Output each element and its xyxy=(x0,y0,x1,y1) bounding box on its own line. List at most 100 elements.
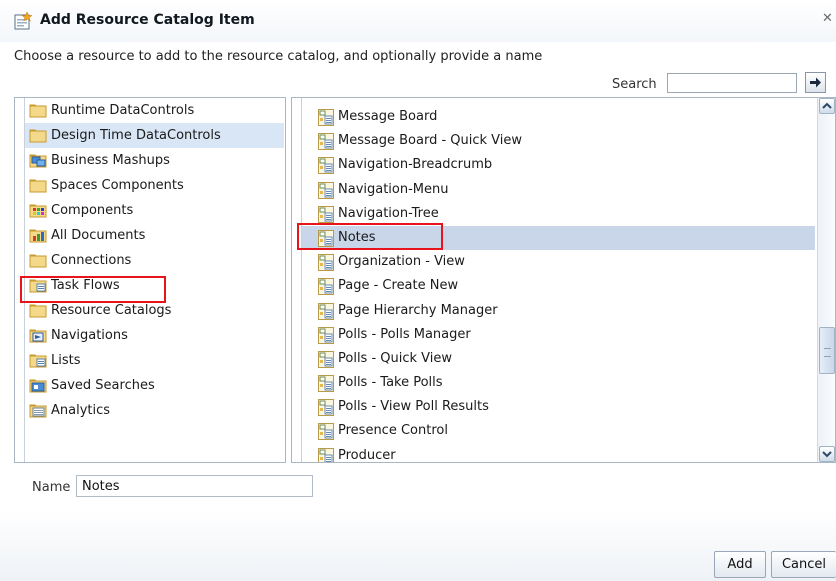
resource-item[interactable]: Organization - View xyxy=(302,250,815,274)
task-flow-icon xyxy=(318,447,334,462)
resource-item[interactable]: Notes xyxy=(302,225,815,251)
search-go-button[interactable] xyxy=(805,72,826,93)
resource-item-label: Notes xyxy=(338,229,376,245)
add-button[interactable]: Add xyxy=(714,551,766,578)
resource-item[interactable]: Producer xyxy=(302,444,815,463)
resource-item-label: Navigation-Tree xyxy=(338,205,439,221)
category-item[interactable]: Design Time DataControls xyxy=(25,123,284,148)
search-input[interactable] xyxy=(667,73,797,93)
category-item-label: Saved Searches xyxy=(51,378,155,393)
category-item[interactable]: Connections xyxy=(25,248,284,273)
navigation-icon xyxy=(29,329,47,343)
name-label: Name xyxy=(32,480,71,495)
category-item[interactable]: Task Flows xyxy=(25,273,284,298)
resource-item[interactable]: Polls - View Poll Results xyxy=(302,395,815,419)
mashup-icon xyxy=(29,154,47,168)
resource-item[interactable]: Message Board - Quick View xyxy=(302,129,815,153)
category-item[interactable]: Resource Catalogs xyxy=(25,298,284,323)
list-folder-icon xyxy=(29,354,47,368)
resource-item-label: Page Hierarchy Manager xyxy=(338,302,498,318)
category-item-label: Lists xyxy=(51,353,81,368)
cancel-button[interactable]: Cancel xyxy=(771,551,836,578)
folder-icon xyxy=(29,254,47,268)
resource-item-label: Polls - Take Polls xyxy=(338,375,443,391)
resource-list: Message Board Message Board - Quick View N… xyxy=(291,97,836,463)
resource-item-label: Navigation-Breadcrumb xyxy=(338,157,493,173)
resource-item[interactable]: Page - Create New xyxy=(302,274,815,298)
scroll-thumb[interactable] xyxy=(819,327,835,374)
task-flow-folder-icon xyxy=(29,279,47,293)
category-item[interactable]: Navigations xyxy=(25,323,284,348)
task-flow-icon xyxy=(318,229,334,247)
category-item-label: Analytics xyxy=(51,403,111,418)
task-flow-icon xyxy=(318,157,334,175)
name-input[interactable] xyxy=(76,475,313,497)
task-flow-icon xyxy=(318,205,334,223)
category-item-label: Connections xyxy=(51,253,132,268)
category-item[interactable]: Business Mashups xyxy=(25,148,284,173)
resource-list-items: Message Board Message Board - Quick View N… xyxy=(301,98,815,462)
resource-item[interactable]: Polls - Take Polls xyxy=(302,371,815,395)
close-icon[interactable]: ✕ xyxy=(822,12,836,26)
task-flow-icon xyxy=(318,181,334,199)
task-flow-icon xyxy=(318,375,334,393)
category-item-label: Spaces Components xyxy=(51,178,184,193)
task-flow-icon xyxy=(318,399,334,417)
saved-search-icon xyxy=(29,379,47,393)
resource-item-label: Message Board - Quick View xyxy=(338,133,523,149)
task-flow-icon xyxy=(318,350,334,368)
add-catalog-icon xyxy=(14,12,32,30)
scroll-down-button[interactable] xyxy=(819,446,835,462)
folder-icon xyxy=(29,304,47,318)
task-flow-icon xyxy=(318,109,334,126)
resource-item-label: Polls - View Poll Results xyxy=(338,399,489,415)
folder-icon xyxy=(29,104,47,118)
search-label: Search xyxy=(612,77,657,92)
resource-item-label: Navigation-Menu xyxy=(338,181,449,197)
category-item[interactable]: Runtime DataControls xyxy=(25,98,284,123)
dialog-title: Add Resource Catalog Item xyxy=(40,12,255,28)
resource-item[interactable]: Message Board xyxy=(302,105,815,129)
resource-item[interactable]: Navigation-Menu xyxy=(302,178,815,202)
category-item-label: Resource Catalogs xyxy=(51,303,172,318)
category-item[interactable]: Lists xyxy=(25,348,284,373)
category-item-label: All Documents xyxy=(51,228,146,243)
resource-scrollbar[interactable] xyxy=(817,98,835,462)
category-item-label: Business Mashups xyxy=(51,153,170,168)
dialog-title-bar: Add Resource Catalog Item ✕ xyxy=(0,0,836,42)
chevron-down-icon xyxy=(822,451,832,458)
category-item-label: Design Time DataControls xyxy=(51,128,221,143)
resource-item[interactable]: Page Hierarchy Manager xyxy=(302,299,815,323)
resource-item-label: Polls - Polls Manager xyxy=(338,326,471,342)
chevron-up-icon xyxy=(822,102,832,109)
category-item-label: Components xyxy=(51,203,134,218)
category-list: Runtime DataControls Design Time DataCont… xyxy=(14,97,286,463)
dialog-footer xyxy=(0,510,836,581)
category-item-label: Runtime DataControls xyxy=(51,103,195,118)
resource-item-label: Organization - View xyxy=(338,254,465,270)
category-item[interactable]: Spaces Components xyxy=(25,173,284,198)
resource-item[interactable]: Navigation-Breadcrumb xyxy=(302,153,815,177)
resource-item[interactable]: Navigation-Tree xyxy=(302,202,815,226)
category-item-label: Task Flows xyxy=(51,278,120,293)
resource-item-label: Polls - Quick View xyxy=(338,350,453,366)
components-icon xyxy=(29,204,47,218)
scroll-up-button[interactable] xyxy=(819,98,835,114)
category-item[interactable]: Components xyxy=(25,198,284,223)
resource-item-label: Page - Create New xyxy=(338,278,459,294)
folder-icon xyxy=(29,179,47,193)
resource-item[interactable]: Presence Control xyxy=(302,419,815,443)
resource-item-label: Presence Control xyxy=(338,423,448,439)
category-item[interactable]: Analytics xyxy=(25,398,284,423)
category-item[interactable]: Saved Searches xyxy=(25,373,284,398)
task-flow-icon xyxy=(318,133,334,151)
analytics-icon xyxy=(29,404,47,418)
documents-icon xyxy=(29,229,47,243)
task-flow-icon xyxy=(318,326,334,344)
resource-item-label: Producer xyxy=(338,447,396,463)
category-item[interactable]: All Documents xyxy=(25,223,284,248)
category-list-items: Runtime DataControls Design Time DataCont… xyxy=(24,98,284,462)
resource-item[interactable]: Polls - Polls Manager xyxy=(302,323,815,347)
instructions-text: Choose a resource to add to the resource… xyxy=(14,49,543,64)
resource-item[interactable]: Polls - Quick View xyxy=(302,347,815,371)
